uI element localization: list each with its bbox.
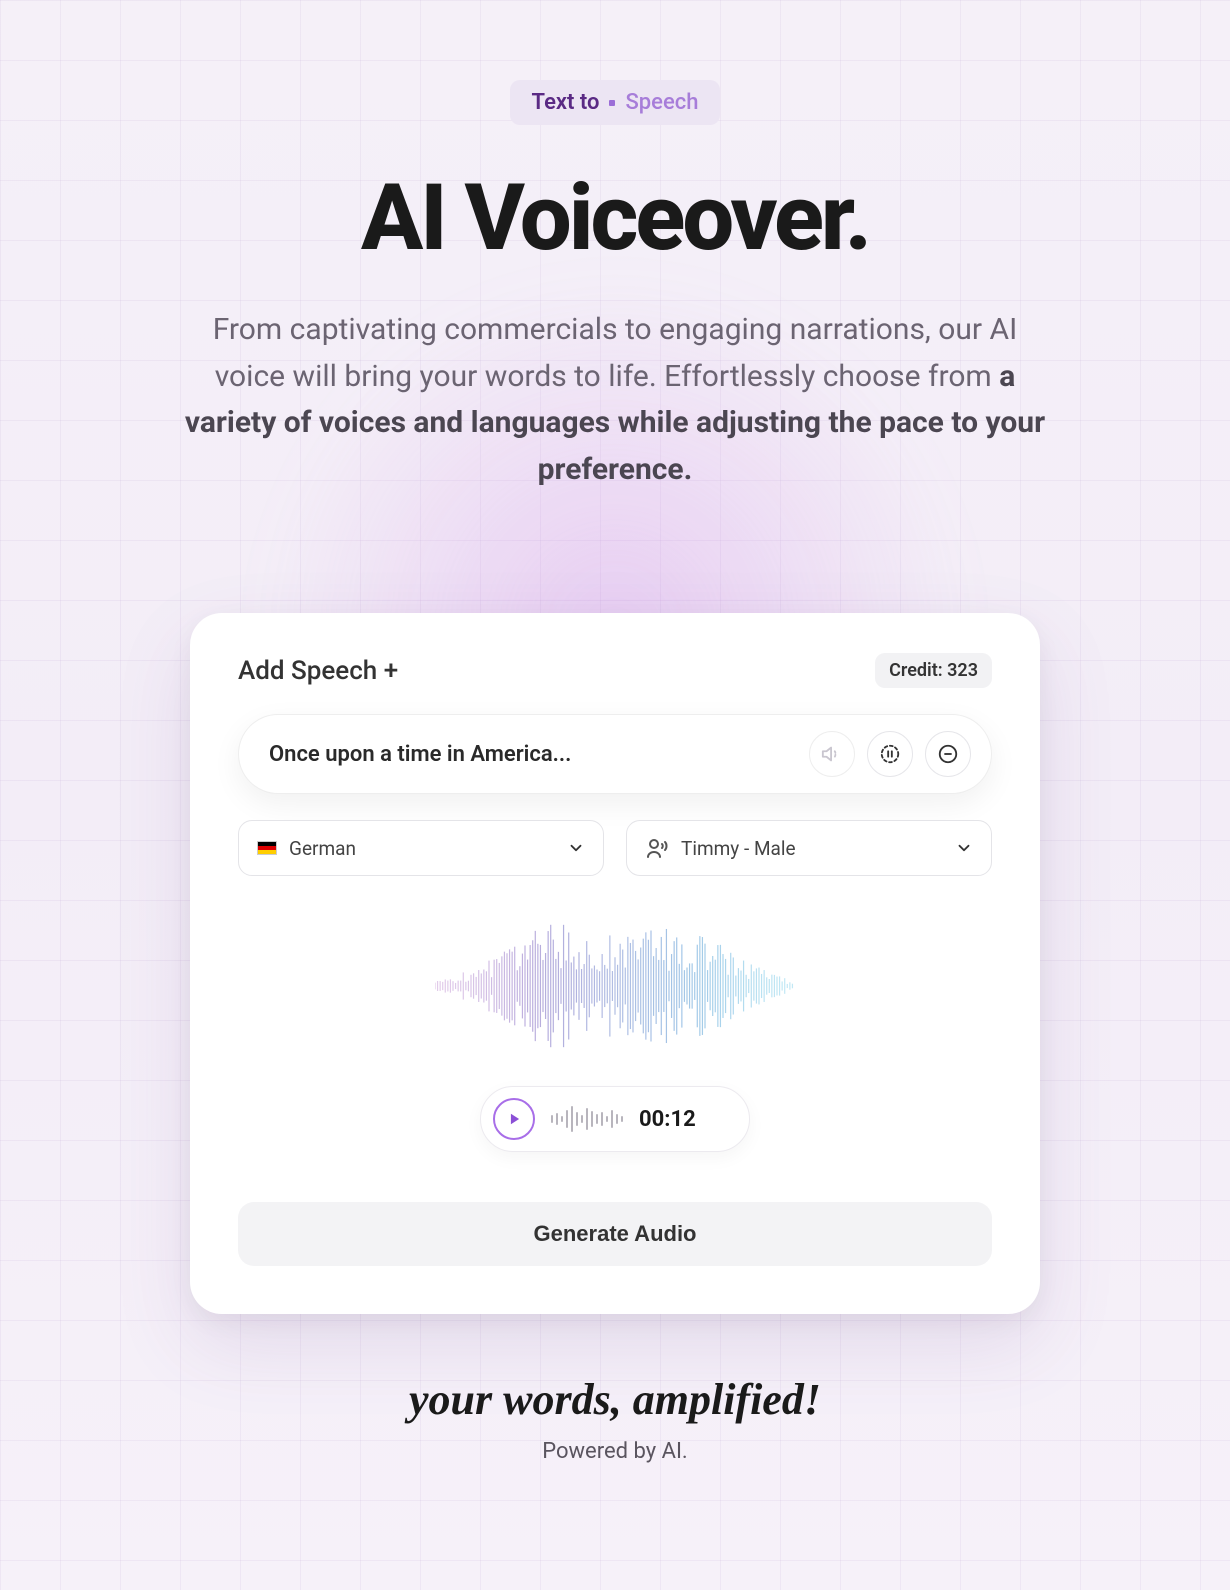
mini-waveform-icon	[551, 1103, 623, 1135]
audio-player: 00:12	[480, 1086, 750, 1152]
add-speech-button[interactable]: Add Speech +	[238, 656, 398, 686]
chevron-down-icon	[955, 839, 973, 857]
badge-suffix: Speech	[625, 90, 698, 115]
flag-germany-icon	[257, 841, 277, 855]
voice-person-icon	[645, 836, 669, 860]
powered-by: Powered by AI.	[0, 1439, 1230, 1464]
voice-select[interactable]: Timmy - Male	[626, 820, 992, 876]
volume-icon[interactable]	[809, 731, 855, 777]
chevron-down-icon	[567, 839, 585, 857]
language-select[interactable]: German	[238, 820, 604, 876]
speech-text-input[interactable]: Once upon a time in America...	[269, 742, 797, 767]
language-value: German	[289, 837, 356, 860]
badge-separator-icon	[609, 100, 615, 106]
speech-text-row: Once upon a time in America...	[238, 714, 992, 794]
time-display: 00:12	[639, 1107, 696, 1132]
page-title: AI Voiceover.	[0, 165, 1230, 272]
remove-icon[interactable]	[925, 731, 971, 777]
tagline: your words, amplified!	[0, 1374, 1230, 1425]
credit-badge: Credit: 323	[875, 653, 992, 688]
badge-prefix: Text to	[532, 90, 600, 115]
voice-value: Timmy - Male	[681, 837, 796, 860]
generate-audio-button[interactable]: Generate Audio	[238, 1202, 992, 1266]
subtitle-plain: From captivating commercials to engaging…	[213, 312, 1018, 394]
voiceover-card: Add Speech + Credit: 323 Once upon a tim…	[190, 613, 1040, 1314]
pause-icon[interactable]	[867, 731, 913, 777]
feature-badge: Text to Speech	[510, 80, 721, 125]
page-subtitle: From captivating commercials to engaging…	[180, 307, 1050, 493]
waveform-display	[238, 906, 992, 1066]
play-button[interactable]	[493, 1098, 535, 1140]
